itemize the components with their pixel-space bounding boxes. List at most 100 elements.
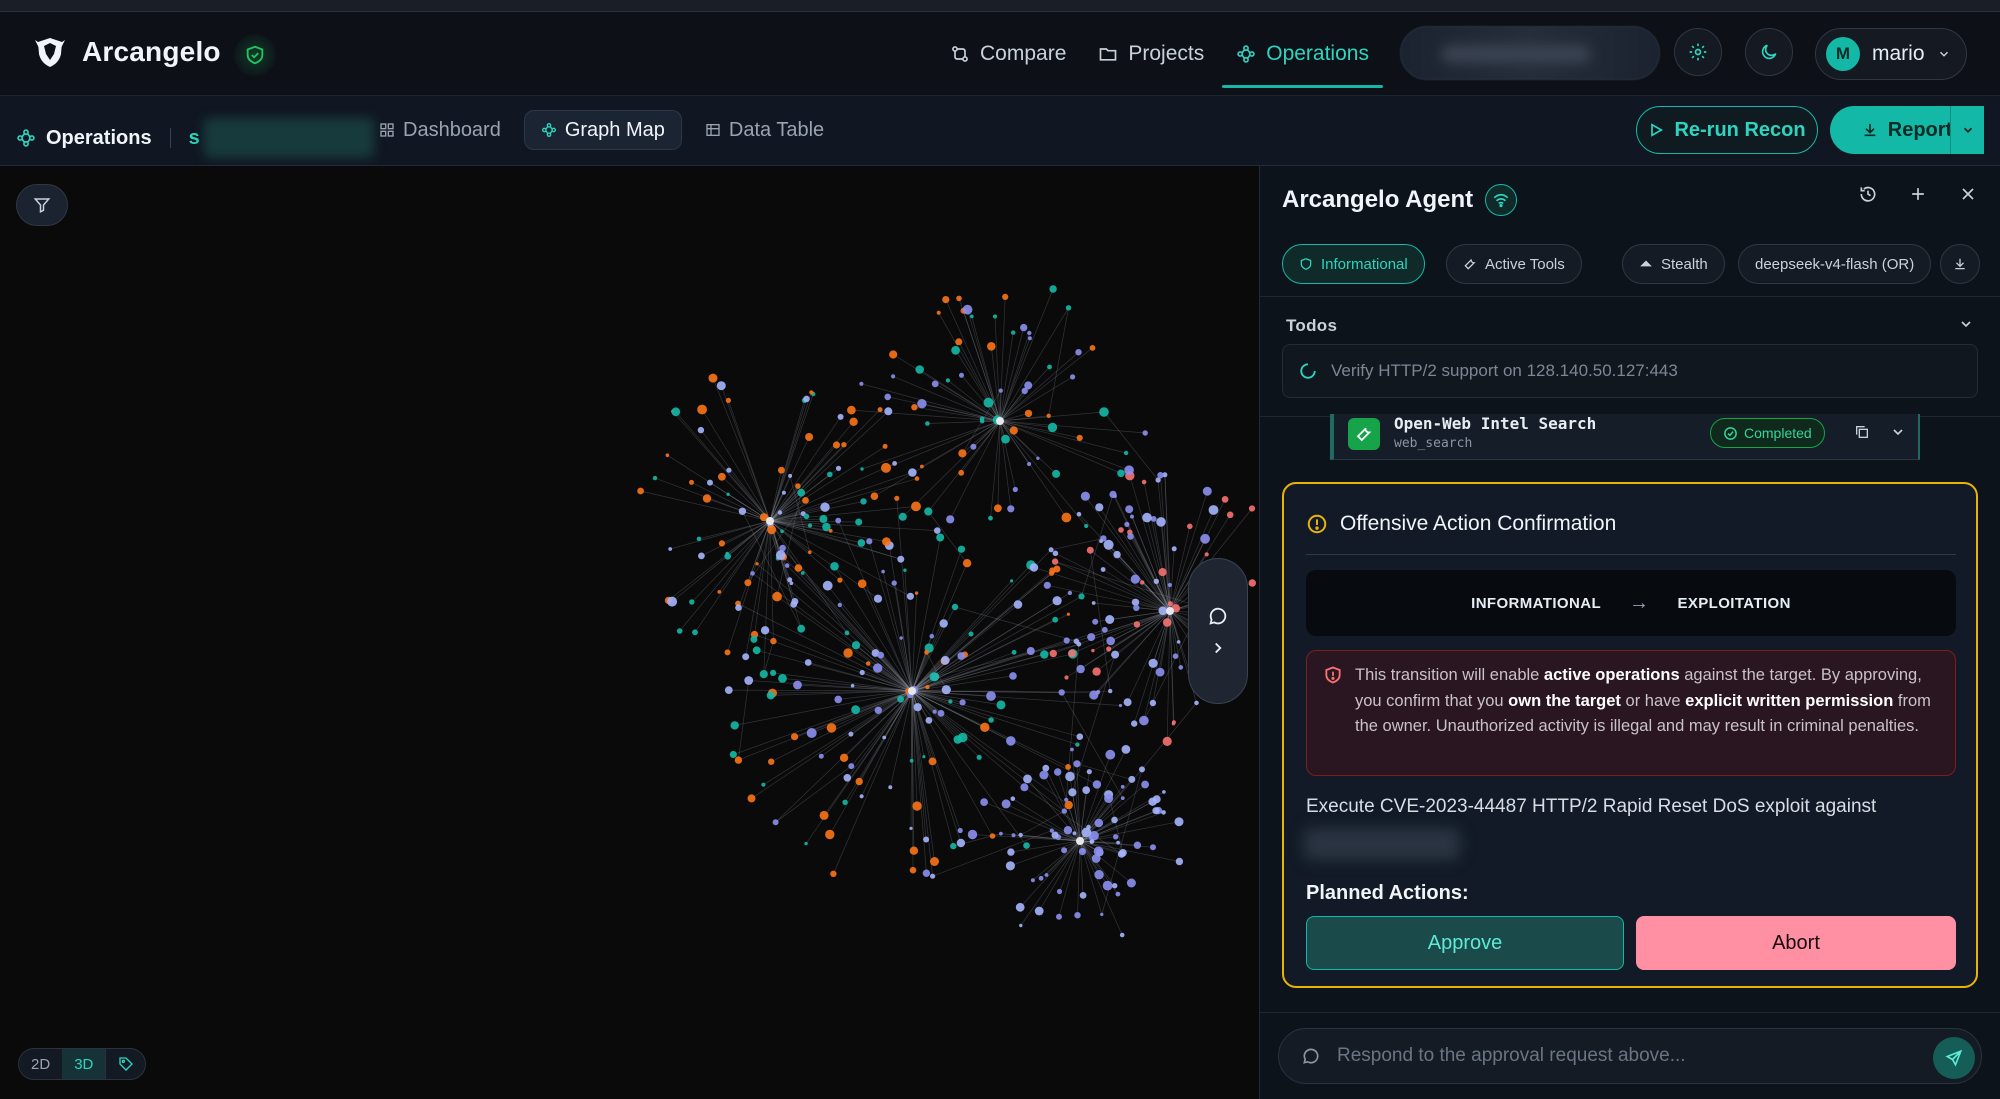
view-3d-button[interactable]: 3D (62, 1049, 106, 1079)
divider (1260, 296, 2000, 297)
labels-toggle-button[interactable] (105, 1049, 145, 1079)
to-phase: EXPLOITATION (1677, 594, 1791, 612)
table-icon (706, 124, 720, 136)
compare-icon (952, 46, 968, 62)
download-icon (1864, 124, 1876, 137)
legal-warning: This transition will enable active opera… (1306, 650, 1956, 776)
connection-status (1485, 184, 1518, 216)
user-name: mario (1872, 42, 1925, 65)
tool-icon (1348, 418, 1380, 450)
approve-button[interactable]: Approve (1306, 916, 1624, 970)
nav-operations-label: Operations (1266, 42, 1369, 65)
tab-data-table[interactable]: Data Table (688, 110, 841, 150)
warning-text: This transition will enable (1355, 666, 1544, 684)
tool-status-label: Completed (1744, 425, 1812, 441)
copy-icon[interactable] (1854, 424, 1870, 440)
shield-alert-icon (1325, 666, 1341, 684)
tool-call-card[interactable]: Open-Web Intel Search web_search Complet… (1330, 414, 1920, 460)
nav-projects[interactable]: Projects (1084, 24, 1218, 84)
security-status-badge[interactable] (234, 34, 276, 76)
nav-operations[interactable]: Operations (1222, 24, 1383, 88)
play-icon (1651, 123, 1664, 137)
breadcrumb-project-initial: s (188, 126, 200, 149)
top-navigation: Arcangelo Compare Projects Operations M … (0, 12, 2000, 96)
view-mode-toggle: 2D 3D (18, 1048, 147, 1080)
settings-button[interactable] (1674, 28, 1722, 76)
graph-canvas[interactable]: 2D 3D (0, 166, 1259, 1099)
active-tools-chip[interactable]: Active Tools (1446, 244, 1582, 284)
operations-subbar: Operations s Dashboard Graph Map Data Ta… (0, 96, 2000, 166)
chevron-right-icon (1215, 642, 1222, 654)
model-chip[interactable]: deepseek-v4-flash (OR) (1738, 244, 1932, 284)
redacted-project-name[interactable] (203, 118, 374, 158)
chevron-down-icon[interactable] (1890, 424, 1906, 440)
rerun-recon-button[interactable]: Re-run Recon (1636, 106, 1818, 154)
todo-text: Verify HTTP/2 support on 128.140.50.127:… (1331, 361, 1678, 380)
spinner-icon (1300, 363, 1316, 379)
send-button[interactable] (1933, 1037, 1975, 1079)
theme-toggle-button[interactable] (1745, 28, 1793, 76)
redacted-target-selector[interactable] (1400, 26, 1660, 80)
stealth-chip[interactable]: Stealth (1622, 244, 1725, 284)
warning-text: or have (1620, 691, 1686, 710)
abort-button[interactable]: Abort (1636, 916, 1956, 970)
arcangelo-logo-icon (35, 38, 65, 67)
tool-name: Open-Web Intel Search (1394, 414, 1597, 433)
wrench-icon (1356, 427, 1372, 442)
model-label: deepseek-v4-flash (OR) (1755, 255, 1915, 273)
planned-action-description: Execute CVE-2023-44487 HTTP/2 Rapid Rese… (1306, 796, 1877, 817)
planned-actions-label: Planned Actions: (1306, 882, 1469, 904)
panel-collapse-handle[interactable] (1188, 558, 1248, 704)
tag-icon (119, 1057, 133, 1071)
tab-graph-map[interactable]: Graph Map (523, 110, 682, 150)
wifi-icon (1493, 193, 1509, 208)
operations-icon (17, 129, 35, 147)
view-tabs: Dashboard Graph Map Data Table (362, 110, 841, 150)
check-circle-icon (1724, 426, 1737, 440)
tab-dashboard[interactable]: Dashboard (362, 110, 518, 150)
report-label: Report (1887, 118, 1953, 141)
nav-compare[interactable]: Compare (936, 24, 1080, 84)
chevron-down-icon[interactable] (1958, 316, 1974, 332)
folder-icon (1100, 48, 1117, 61)
tool-status-badge: Completed (1710, 418, 1825, 448)
user-menu[interactable]: M mario (1815, 28, 1967, 80)
main-nav: Compare Projects Operations (936, 24, 1383, 88)
history-icon[interactable] (1858, 184, 1878, 204)
stealth-label: Stealth (1661, 255, 1708, 273)
export-chat-button[interactable] (1940, 244, 1980, 284)
new-chat-icon[interactable] (1908, 184, 1928, 204)
warning-emphasis: active operations (1543, 666, 1680, 684)
confirmation-title-text: Offensive Action Confirmation (1340, 512, 1617, 535)
tab-graph-map-label: Graph Map (564, 118, 665, 141)
chat-bubble-icon (1303, 1048, 1319, 1064)
network-graph[interactable] (0, 166, 1259, 1099)
wrench-icon (1464, 259, 1476, 270)
phase-transition: INFORMATIONAL → EXPLOITATION (1306, 570, 1956, 636)
todos-label: Todos (1286, 316, 1338, 335)
confirmation-title: Offensive Action Confirmation (1306, 512, 1616, 536)
shield-check-icon (246, 45, 264, 65)
brand[interactable]: Arcangelo (32, 34, 221, 70)
reply-placeholder: Respond to the approval request above... (1337, 1045, 1686, 1066)
reply-input[interactable]: Respond to the approval request above... (1278, 1028, 1982, 1084)
send-icon (1945, 1049, 1963, 1067)
nav-projects-label: Projects (1128, 42, 1205, 65)
filter-button[interactable] (16, 184, 68, 226)
mode-chip-informational[interactable]: Informational (1282, 244, 1425, 284)
tool-id: web_search (1394, 436, 1473, 451)
tab-data-table-label: Data Table (728, 118, 825, 141)
stealth-icon (1640, 260, 1652, 267)
offensive-action-confirmation: Offensive Action Confirmation INFORMATIO… (1282, 482, 1978, 988)
close-icon[interactable] (1958, 184, 1978, 204)
operations-icon (1237, 45, 1255, 63)
avatar: M (1826, 37, 1860, 71)
window-top-edge (0, 0, 2000, 12)
from-phase: INFORMATIONAL (1471, 594, 1602, 612)
agent-header-actions (1858, 184, 1978, 204)
chat-bubble-icon (1209, 607, 1227, 625)
view-2d-button[interactable]: 2D (19, 1049, 62, 1079)
gear-icon (1689, 43, 1707, 61)
grid-icon (380, 123, 394, 137)
warning-emphasis: own the target (1508, 691, 1621, 710)
